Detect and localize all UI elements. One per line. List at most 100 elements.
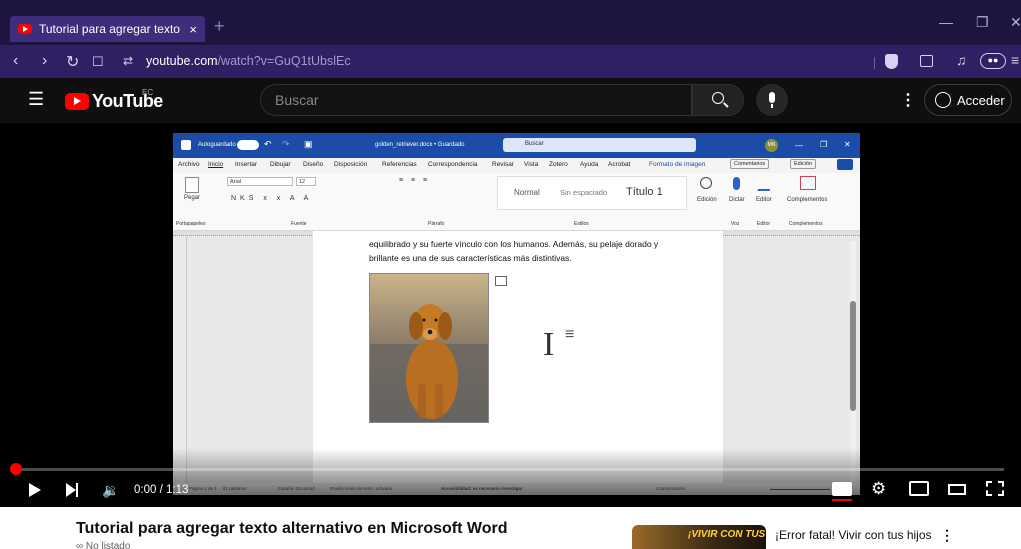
play-icon[interactable]: [29, 483, 41, 497]
dictate-microphone-icon[interactable]: [733, 177, 740, 190]
time-display: 0:00 / 1:13: [134, 484, 189, 496]
font-size-field[interactable]: 12: [296, 177, 316, 186]
word-search-placeholder: Buscar: [525, 141, 544, 147]
fullscreen-icon[interactable]: [986, 481, 1004, 496]
browser-window: Tutorial para agregar texto altern × + —…: [0, 0, 1021, 549]
subtitles-icon[interactable]: [832, 482, 852, 496]
ribbon-tab[interactable]: Ayuda: [580, 161, 598, 168]
word-window: Autoguardado ↶ ↷ ▣ golden_retriever.docx…: [173, 133, 860, 495]
paste-icon[interactable]: [185, 177, 199, 193]
recommended-video-title[interactable]: ¡Error fatal! Vivir con tus hijos: [775, 528, 932, 542]
address-bar[interactable]: youtube.com/watch?v=GuQ1tUbslEc: [146, 54, 351, 68]
dictate-label: Dictar: [729, 197, 745, 203]
document-body-text[interactable]: equilibrado y su fuerte vínculo con los …: [369, 237, 689, 265]
layout-options-icon[interactable]: [495, 276, 507, 286]
voice-search-button[interactable]: [756, 84, 788, 116]
text-cursor-icon: I: [543, 326, 555, 363]
browser-tab[interactable]: Tutorial para agregar texto altern ×: [10, 16, 205, 42]
progress-bar[interactable]: [16, 468, 1004, 471]
user-avatar[interactable]: MN: [765, 139, 778, 152]
music-icon[interactable]: ♫: [956, 52, 967, 68]
ribbon-tab[interactable]: Zotero: [549, 161, 568, 168]
volume-icon[interactable]: 🔉: [102, 482, 119, 499]
restore-icon[interactable]: ❐: [976, 14, 989, 31]
search-icon: [712, 92, 724, 104]
visibility-label: No listado: [85, 541, 131, 549]
autosave-toggle[interactable]: [237, 140, 259, 150]
new-tab-button[interactable]: +: [214, 16, 225, 37]
find-icon[interactable]: [700, 177, 712, 189]
paste-label: Pegar: [184, 195, 201, 201]
back-icon[interactable]: ‹: [13, 52, 18, 70]
settings-gear-icon[interactable]: ⚙: [871, 479, 886, 499]
styles-group-label: Estilos: [574, 221, 589, 227]
recommended-video-thumbnail[interactable]: ¡VIVIR CON TUS: [632, 525, 766, 549]
close-window-icon[interactable]: ✕: [1010, 14, 1021, 31]
ribbon-tab[interactable]: Inicio: [208, 161, 223, 168]
style-heading-1[interactable]: Título 1: [626, 186, 663, 198]
undo-icon[interactable]: ↶: [264, 139, 272, 150]
ribbon-tab[interactable]: Vista: [524, 161, 538, 168]
editing-mode-button[interactable]: Edición: [790, 159, 817, 169]
tab-close-button[interactable]: ×: [189, 22, 197, 37]
ribbon-tab[interactable]: Revisar: [492, 161, 514, 168]
format-buttons[interactable]: NKS x x A A: [231, 195, 312, 202]
minimize-icon[interactable]: —: [939, 14, 953, 30]
more-options-icon[interactable]: ⋮: [900, 90, 916, 110]
font-name-field[interactable]: Arial: [227, 177, 293, 186]
ribbon-tab[interactable]: Insertar: [235, 161, 257, 168]
vpn-icon[interactable]: ●●: [980, 53, 1006, 69]
signin-button[interactable]: Acceder: [924, 84, 1012, 116]
next-video-bar: [76, 483, 78, 497]
progress-scrubber[interactable]: [10, 463, 22, 475]
ribbon-tab[interactable]: Formato de imagen: [649, 161, 705, 168]
word-search-box[interactable]: Buscar: [503, 138, 696, 152]
bookmark-icon[interactable]: ☐: [92, 54, 104, 70]
search-button[interactable]: [692, 84, 744, 116]
reload-icon[interactable]: ↻: [66, 52, 79, 72]
reader-mode-icon[interactable]: [920, 55, 933, 67]
editor-pen-icon[interactable]: [757, 177, 775, 191]
recommended-more-icon[interactable]: ⋮: [940, 527, 954, 544]
ribbon-tab[interactable]: Acrobat: [608, 161, 630, 168]
style-normal[interactable]: Normal: [514, 188, 540, 197]
ribbon-tab[interactable]: Archivo: [178, 161, 200, 168]
scrollbar-thumb[interactable]: [850, 301, 856, 411]
alt-text-pane-icon: ≡: [565, 326, 575, 343]
voice-group-label: Voz: [731, 221, 740, 227]
next-video-icon[interactable]: [66, 483, 76, 497]
comments-button[interactable]: Comentarios: [730, 159, 770, 169]
theater-mode-icon[interactable]: [948, 484, 966, 495]
save-icon[interactable]: ▣: [304, 139, 313, 150]
word-close-icon[interactable]: ✕: [844, 140, 851, 149]
list-buttons[interactable]: ≡ ≡ ≡: [399, 177, 430, 184]
hamburger-menu-icon[interactable]: ☰: [28, 89, 44, 110]
navigation-bar: ‹ › ↻ ☐ ⇄ youtube.com/watch?v=GuQ1tUbslE…: [0, 45, 1021, 78]
ribbon-tab[interactable]: Correspondencia: [428, 161, 478, 168]
current-time: 0:00: [134, 484, 157, 496]
video-duration: 1:13: [165, 484, 189, 496]
video-player[interactable]: Autoguardado ↶ ↷ ▣ golden_retriever.docx…: [0, 123, 1021, 507]
miniplayer-icon[interactable]: [909, 481, 929, 496]
golden-retriever-image[interactable]: [369, 273, 489, 423]
forward-icon[interactable]: ›: [42, 52, 47, 70]
site-settings-icon[interactable]: ⇄: [123, 54, 133, 68]
word-restore-icon[interactable]: ❐: [820, 140, 827, 149]
add-ins-icon[interactable]: [800, 176, 816, 190]
shield-icon[interactable]: [885, 54, 898, 69]
youtube-logo[interactable]: YouTube EC: [65, 88, 163, 112]
body-text-line: brillante es una de sus características …: [369, 253, 572, 263]
editor-group-label: Editor: [757, 221, 771, 227]
ribbon-tab[interactable]: Referencias: [382, 161, 417, 168]
ribbon-tab[interactable]: Dibujar: [270, 161, 291, 168]
search-input[interactable]: Buscar: [260, 84, 692, 116]
ribbon-tab[interactable]: Disposición: [334, 161, 367, 168]
ribbon-tab[interactable]: Diseño: [303, 161, 323, 168]
editing-label: Edición: [697, 197, 717, 203]
style-no-spacing[interactable]: Sin espaciado: [560, 188, 607, 197]
menu-icon[interactable]: ≡: [1011, 52, 1019, 68]
word-minimize-icon[interactable]: —: [795, 141, 803, 150]
redo-icon[interactable]: ↷: [282, 139, 290, 150]
share-button[interactable]: [837, 159, 853, 170]
youtube-masthead: ☰ YouTube EC Buscar ⋮ Acceder: [0, 78, 1021, 123]
